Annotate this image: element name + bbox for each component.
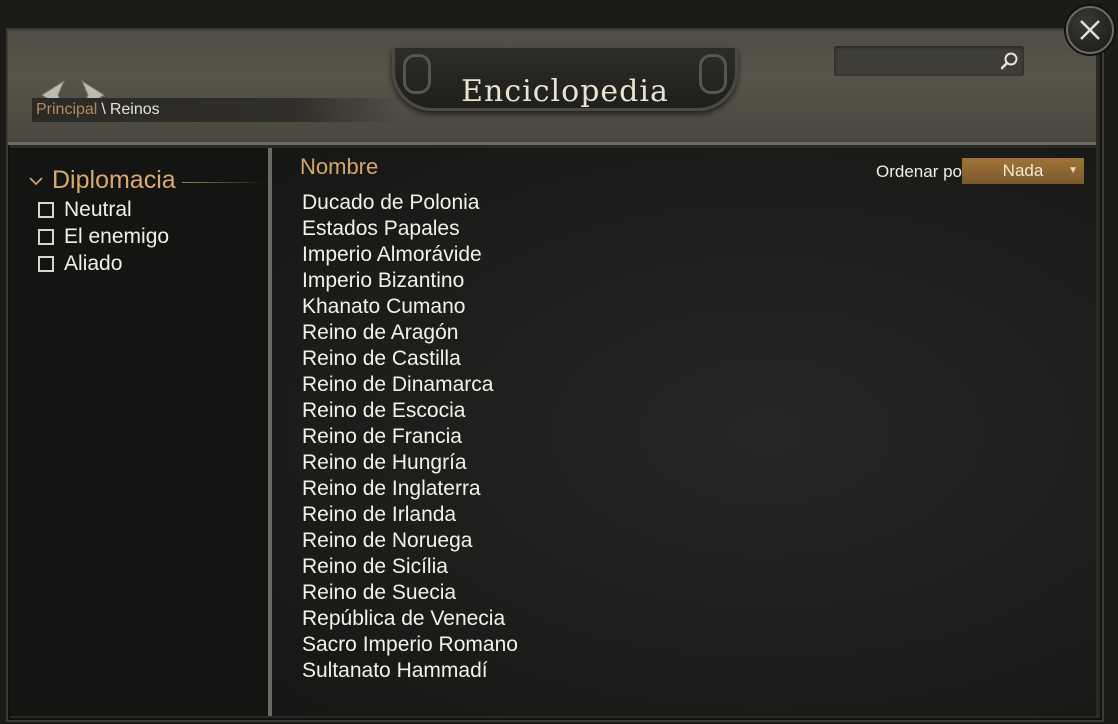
header-bar: Enciclopedia Principal \ Reinos [8,30,1096,145]
breadcrumb-separator: \ [101,101,106,118]
list-item[interactable]: Reino de Castilla [302,346,518,372]
sort-label: Ordenar por [876,162,968,181]
list-item[interactable]: Reino de Dinamarca [302,372,518,398]
list-item[interactable]: Reino de Inglaterra [302,476,518,502]
list-item[interactable]: Ducado de Polonia [302,190,518,216]
sort-dropdown[interactable]: Nada ▼ [962,158,1084,184]
search-icon[interactable] [1000,51,1020,71]
list-item[interactable]: Reino de Suecia [302,580,518,606]
checkbox-neutral[interactable] [38,202,54,218]
list-item[interactable]: Reino de Noruega [302,528,518,554]
close-button[interactable] [1066,6,1114,54]
list-item[interactable]: Estados Papales [302,216,518,242]
column-header-name[interactable]: Nombre [300,154,378,180]
kingdom-list: Ducado de Polonia Estados Papales Imperi… [302,190,518,684]
checkbox-ally[interactable] [38,256,54,272]
list-item[interactable]: República de Venecia [302,606,518,632]
list-item[interactable]: Reino de Irlanda [302,502,518,528]
list-item[interactable]: Sultanato Hammadí [302,658,518,684]
filter-neutral[interactable]: Neutral [38,198,132,222]
title-plate: Enciclopedia [392,48,738,111]
group-divider [181,182,266,183]
filter-label: El enemigo [64,225,170,248]
dropdown-arrow-icon: ▼ [1068,165,1078,176]
list-item[interactable]: Reino de Francia [302,424,518,450]
breadcrumb-current: Reinos [109,101,160,118]
list-item[interactable]: Reino de Aragón [302,320,518,346]
filter-ally[interactable]: Aliado [38,252,122,276]
breadcrumb-link-principal[interactable]: Principal [36,101,97,118]
list-item[interactable]: Sacro Imperio Romano [302,632,518,658]
list-item[interactable]: Reino de Sicília [302,554,518,580]
filter-label: Aliado [64,252,123,275]
breadcrumb: Principal \ Reinos [32,98,402,122]
list-item[interactable]: Khanato Cumano [302,294,518,320]
list-item[interactable]: Reino de Escocia [302,398,518,424]
list-item[interactable]: Imperio Bizantino [302,268,518,294]
filter-label: Neutral [64,198,132,221]
diplomacy-group-header[interactable]: Diplomacia [28,166,266,195]
list-item[interactable]: Reino de Hungría [302,450,518,476]
filter-enemy[interactable]: El enemigo [38,225,169,249]
kingdom-list-panel: Nombre Ordenar por Nada ▼ Ducado de Polo… [272,148,1096,716]
close-icon [1080,20,1100,40]
chevron-down-icon [29,176,43,185]
search-box[interactable] [834,46,1024,76]
group-title: Diplomacia [52,166,176,194]
search-input[interactable] [840,50,994,74]
window-title: Enciclopedia [461,74,669,109]
list-item[interactable]: Imperio Almorávide [302,242,518,268]
sort-value: Nada [1002,161,1044,180]
checkbox-enemy[interactable] [38,229,54,245]
filter-panel: Diplomacia Neutral El enemigo Aliado [10,148,268,716]
